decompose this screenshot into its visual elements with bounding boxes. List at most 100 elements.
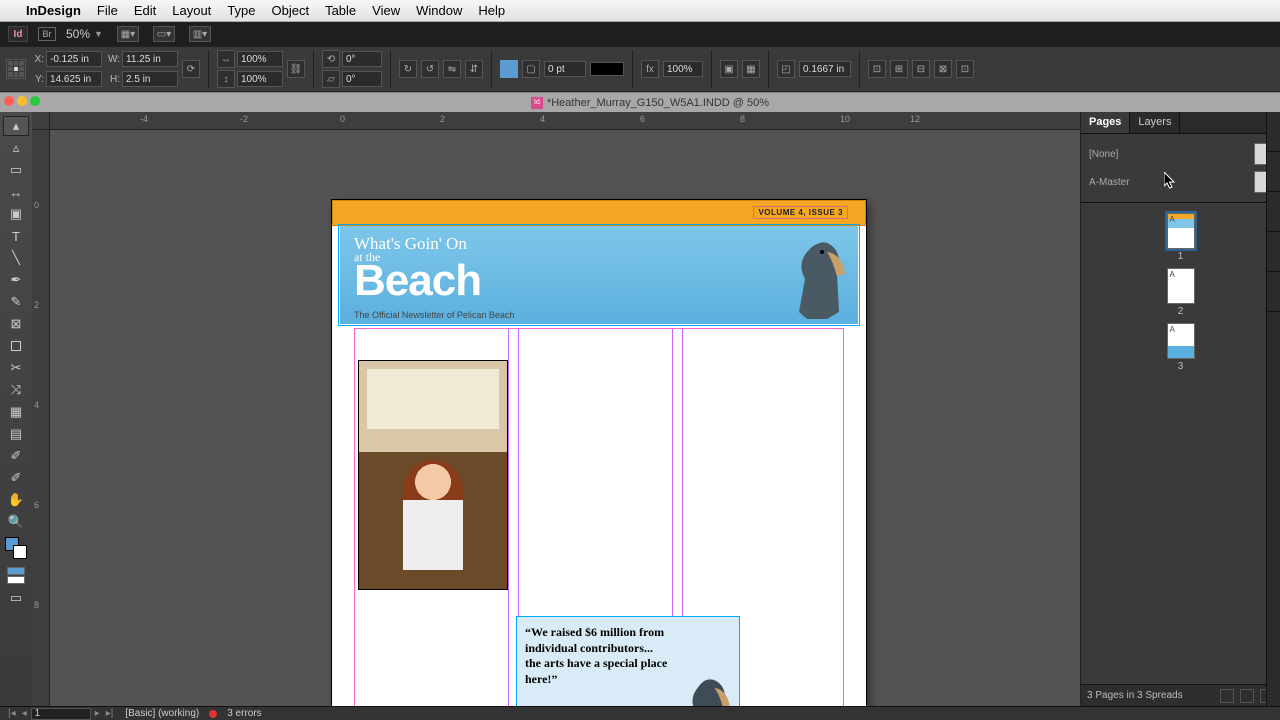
fit-content-icon[interactable]: ⊡	[868, 60, 886, 78]
constrain-scale-icon[interactable]: ⛓	[287, 60, 305, 78]
zoom-window-button[interactable]	[30, 96, 40, 106]
ruler-origin[interactable]	[32, 112, 50, 130]
master-a[interactable]: A-Master	[1089, 168, 1272, 196]
pen-tool[interactable]: ✒	[3, 270, 29, 290]
gap-tool[interactable]: ↔	[3, 182, 29, 202]
page-thumb-3[interactable]: A	[1167, 323, 1195, 359]
page-thumb-2[interactable]: A	[1167, 268, 1195, 304]
app-name[interactable]: InDesign	[26, 3, 81, 18]
menu-edit[interactable]: Edit	[134, 3, 156, 18]
h-input[interactable]: 2.5 in	[122, 71, 178, 87]
next-page-button[interactable]: ▸	[93, 708, 102, 719]
type-tool[interactable]: T	[3, 226, 29, 246]
menu-window[interactable]: Window	[416, 3, 462, 18]
zoom-level-dropdown[interactable]: 50% ▼	[66, 27, 103, 41]
horizontal-ruler[interactable]: -4 -2 0 2 4 6 8 10 12	[50, 112, 1080, 130]
content-collector-tool[interactable]: ▣	[3, 204, 29, 224]
stroke-swatch[interactable]: ▢	[522, 60, 540, 78]
menu-layout[interactable]: Layout	[172, 3, 211, 18]
fill-proportional-icon[interactable]: ⊠	[934, 60, 952, 78]
line-tool[interactable]: ╲	[3, 248, 29, 268]
preflight-error-indicator-icon[interactable]	[209, 710, 217, 718]
note-tool[interactable]: ✐	[3, 446, 29, 466]
page-spread[interactable]: VOLUME 4, ISSUE 3 What's Goin' On at the…	[332, 200, 866, 706]
page-tool[interactable]: ▭	[3, 160, 29, 180]
flip-vertical-icon[interactable]: ⇵	[465, 60, 483, 78]
rectangle-tool[interactable]	[3, 336, 29, 356]
selection-tool[interactable]: ▴	[3, 116, 29, 136]
pull-quote-frame[interactable]: “We raised $6 million from individual co…	[516, 616, 740, 706]
text-wrap-none-icon[interactable]: ▣	[720, 60, 738, 78]
rotate-cw-icon[interactable]: ↻	[399, 60, 417, 78]
constrain-proportions-icon[interactable]: ⟳	[182, 60, 200, 78]
arrange-documents-button[interactable]: ▥▾	[189, 26, 211, 42]
reference-point-proxy[interactable]	[6, 59, 26, 79]
photo-frame[interactable]: ?	[358, 360, 508, 590]
last-page-button[interactable]: ▸|	[104, 708, 116, 719]
center-content-icon[interactable]: ⊟	[912, 60, 930, 78]
first-page-button[interactable]: |◂	[6, 708, 18, 719]
eyedropper-tool[interactable]: ✐	[3, 468, 29, 488]
hand-tool[interactable]: ✋	[3, 490, 29, 510]
master-none[interactable]: [None]	[1089, 140, 1272, 168]
w-input[interactable]: 11.25 in	[122, 51, 178, 67]
bridge-button[interactable]: Br	[38, 27, 56, 41]
screen-mode-button[interactable]: ▭▾	[153, 26, 175, 42]
direct-selection-tool[interactable]: ▵	[3, 138, 29, 158]
corner-radius-input[interactable]: 0.1667 in	[799, 61, 851, 77]
menu-object[interactable]: Object	[272, 3, 310, 18]
rectangle-frame-tool[interactable]: ⊠	[3, 314, 29, 334]
pasteboard[interactable]: VOLUME 4, ISSUE 3 What's Goin' On at the…	[50, 130, 1080, 706]
menu-file[interactable]: File	[97, 3, 118, 18]
menu-table[interactable]: Table	[325, 3, 356, 18]
rotate-ccw-icon[interactable]: ↺	[421, 60, 439, 78]
tab-layers[interactable]: Layers	[1130, 112, 1180, 133]
page-number-input[interactable]: 1	[31, 708, 91, 720]
free-transform-tool[interactable]: ⤨	[3, 380, 29, 400]
corner-options-icon[interactable]: ◰	[777, 60, 795, 78]
gradient-swatch-tool[interactable]: ▦	[3, 402, 29, 422]
text-wrap-bound-icon[interactable]: ▦	[742, 60, 760, 78]
scissors-tool[interactable]: ✂	[3, 358, 29, 378]
menu-view[interactable]: View	[372, 3, 400, 18]
new-page-icon[interactable]	[1240, 689, 1254, 703]
scale-y-input[interactable]: 100%	[237, 71, 283, 87]
close-window-button[interactable]	[4, 96, 14, 106]
zoom-tool[interactable]: 🔍	[3, 512, 29, 532]
fit-proportional-icon[interactable]: ⊡	[956, 60, 974, 78]
y-input[interactable]: 14.625 in	[46, 71, 102, 87]
fit-frame-icon[interactable]: ⊞	[890, 60, 908, 78]
document-canvas[interactable]: -4 -2 0 2 4 6 8 10 12 0 2 4 6 8 VOLUME 4…	[32, 112, 1080, 706]
scale-x-input[interactable]: 100%	[237, 51, 283, 67]
prev-page-button[interactable]: ◂	[20, 708, 29, 719]
shear-input[interactable]: 0°	[342, 71, 382, 87]
collapsed-panel-dock[interactable]	[1266, 112, 1280, 706]
vertical-ruler[interactable]: 0 2 4 6 8	[32, 130, 50, 706]
pages-list[interactable]: A 1 A 2 A 3	[1081, 203, 1280, 684]
color-mode-buttons[interactable]	[3, 564, 29, 586]
flip-horizontal-icon[interactable]: ⇋	[443, 60, 461, 78]
column-guide[interactable]	[508, 328, 509, 706]
fill-stroke-proxy[interactable]	[3, 534, 29, 562]
menu-help[interactable]: Help	[478, 3, 505, 18]
menu-type[interactable]: Type	[227, 3, 255, 18]
opacity-input[interactable]: 100%	[663, 61, 703, 77]
scale-y-icon: ↕	[217, 70, 235, 88]
effects-icon[interactable]: fx	[641, 60, 659, 78]
preflight-profile[interactable]: [Basic] (working)	[125, 708, 199, 719]
x-input[interactable]: -0.125 in	[46, 51, 102, 67]
minimize-window-button[interactable]	[17, 96, 27, 106]
page-thumb-1[interactable]: A	[1167, 213, 1195, 249]
view-options-button[interactable]: ▦▾	[117, 26, 139, 42]
pencil-tool[interactable]: ✎	[3, 292, 29, 312]
tab-pages[interactable]: Pages	[1081, 112, 1130, 133]
stroke-weight-input[interactable]: 0 pt	[544, 61, 586, 77]
gradient-feather-tool[interactable]: ▤	[3, 424, 29, 444]
screen-mode-tool[interactable]: ▭	[3, 588, 29, 608]
preflight-error-count[interactable]: 3 errors	[227, 708, 261, 719]
stroke-style-dropdown[interactable]	[590, 62, 624, 76]
edit-page-size-icon[interactable]	[1220, 689, 1234, 703]
rotation-input[interactable]: 0°	[342, 51, 382, 67]
ruler-tick: 12	[910, 114, 920, 124]
fill-swatch[interactable]	[500, 60, 518, 78]
